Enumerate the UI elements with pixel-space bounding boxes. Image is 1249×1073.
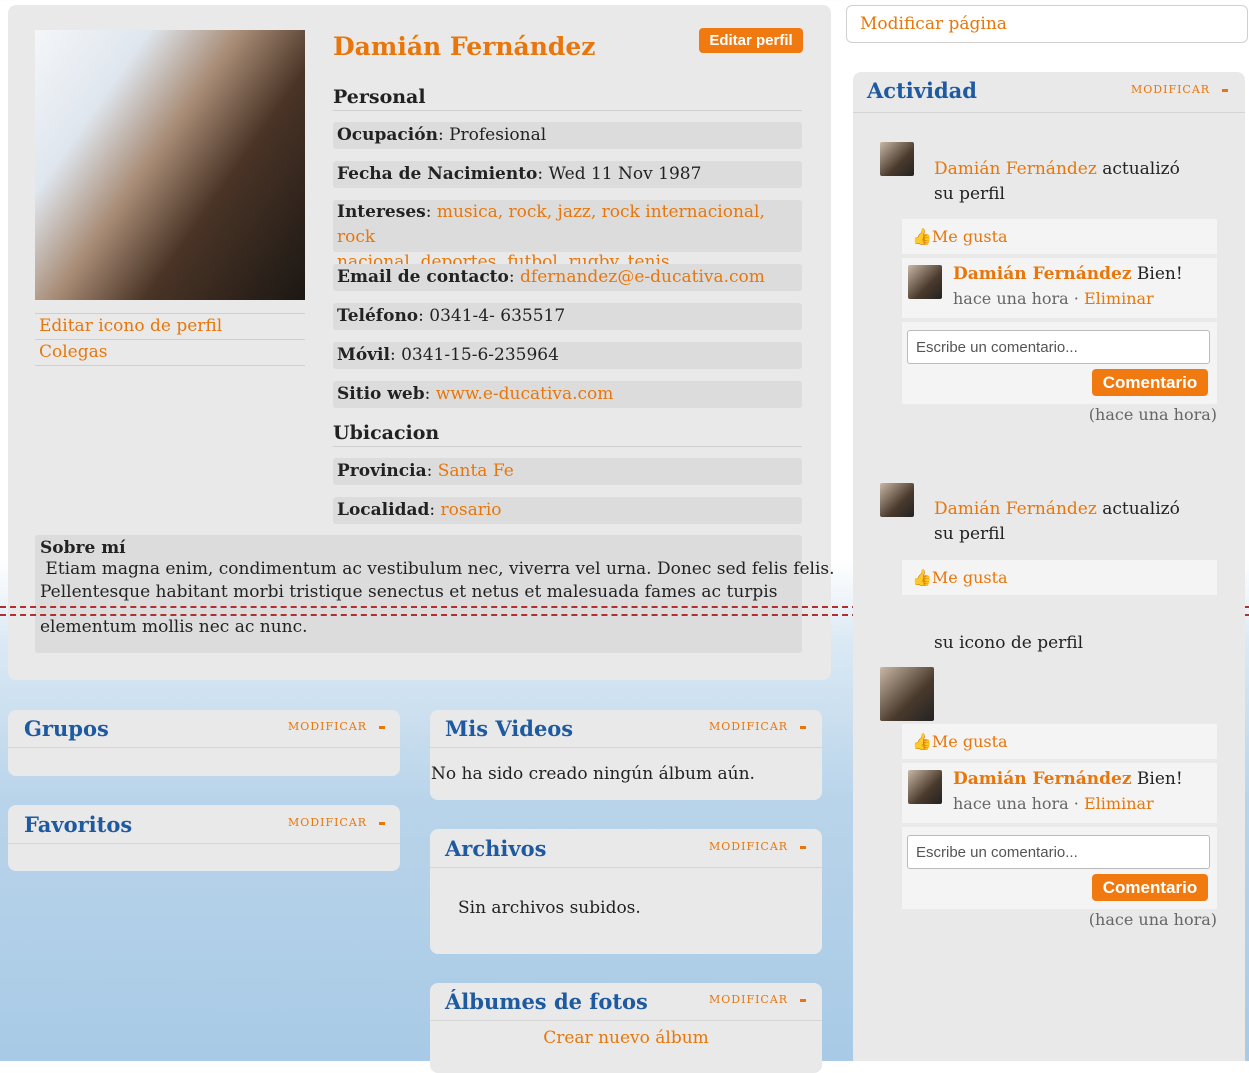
personal-header: Personal	[333, 86, 802, 111]
activity-title: Actividad	[867, 78, 977, 103]
avatar	[880, 483, 914, 517]
activity-actor-link[interactable]: Damián Fernández	[934, 499, 1097, 519]
delete-link[interactable]: Eliminar	[1084, 289, 1154, 308]
website-field: Sitio web: www.e-ducativa.com	[333, 381, 802, 408]
thumbs-up-icon: 👍	[912, 568, 932, 587]
divider	[35, 339, 305, 340]
birth-field: Fecha de Nacimiento: Wed 11 Nov 1987	[333, 161, 802, 188]
about-line-2: Pellentesque habitant morbi tristique se…	[40, 582, 778, 602]
comment-button[interactable]: Comentario	[1092, 874, 1208, 901]
city-field: Localidad: rosario	[333, 497, 802, 524]
activity-text: su icono de perfil	[934, 633, 1084, 653]
divider	[430, 1020, 822, 1021]
avatar	[880, 142, 914, 176]
videos-title: Mis Videos	[445, 716, 574, 741]
comment-button[interactable]: Comentario	[1092, 369, 1208, 396]
thumbs-up-icon: 👍	[912, 227, 932, 246]
albums-modify-button[interactable]: MODIFICAR	[709, 993, 807, 1006]
province-field: Provincia: Santa Fe	[333, 458, 802, 485]
activity-text: Damián Fernández actualizó su perfil	[934, 499, 1180, 544]
phone-field: Teléfono: 0341-4- 635517	[333, 303, 802, 330]
favorites-title: Favoritos	[24, 812, 133, 837]
like-button[interactable]: 👍Me gusta	[912, 568, 1008, 587]
avatar	[880, 667, 934, 721]
profile-photo	[35, 30, 305, 300]
delete-link[interactable]: Eliminar	[1084, 794, 1154, 813]
comment-line: Damián Fernández Bien!	[953, 769, 1183, 789]
videos-empty-text: No ha sido creado ningún álbum aún.	[431, 764, 755, 784]
activity-timestamp: (hace una hora)	[1088, 405, 1217, 424]
side-link-colleagues[interactable]: Colegas	[39, 342, 107, 362]
website-link[interactable]: www.e-ducativa.com	[436, 384, 614, 404]
like-button[interactable]: 👍Me gusta	[912, 732, 1008, 751]
activity-actor-link[interactable]: Damián Fernández	[934, 159, 1097, 179]
email-field: Email de contacto: dfernandez@e-ducativa…	[333, 264, 802, 291]
comment-meta: hace una hora · Eliminar	[953, 794, 1154, 813]
occupation-field: Ocupación: Profesional	[333, 122, 802, 149]
thumbs-up-icon: 👍	[912, 732, 932, 751]
side-link-edit-icon[interactable]: Editar icono de perfil	[39, 316, 222, 336]
about-line-3: elementum mollis nec ac nunc.	[40, 617, 308, 637]
interests-field: Intereses: musica, rock, jazz, rock inte…	[333, 200, 802, 272]
divider	[35, 313, 305, 314]
mobile-field: Móvil: 0341-15-6-235964	[333, 342, 802, 369]
comment-line: Damián Fernández Bien!	[953, 264, 1183, 284]
groups-modify-button[interactable]: MODIFICAR	[288, 720, 386, 733]
activity-text: Damián Fernández actualizó su perfil	[934, 159, 1180, 204]
comment-input[interactable]: Escribe un comentario...	[907, 330, 1210, 364]
profile-name: Damián Fernández	[333, 32, 596, 61]
modify-page-label: Modificar página	[860, 14, 1007, 34]
comment-input[interactable]: Escribe un comentario...	[907, 835, 1210, 869]
edit-profile-button[interactable]: Editar perfil	[699, 28, 803, 53]
videos-modify-button[interactable]: MODIFICAR	[709, 720, 807, 733]
albums-title: Álbumes de fotos	[445, 989, 648, 1014]
divider	[430, 747, 822, 748]
activity-modify-button[interactable]: MODIFICAR	[1131, 83, 1229, 96]
divider	[35, 365, 305, 366]
divider	[8, 843, 400, 844]
comment-meta: hace una hora · Eliminar	[953, 289, 1154, 308]
divider	[8, 747, 400, 748]
files-title: Archivos	[445, 836, 547, 861]
favorites-modify-button[interactable]: MODIFICAR	[288, 816, 386, 829]
files-modify-button[interactable]: MODIFICAR	[709, 840, 807, 853]
divider	[853, 112, 1245, 113]
albums-create-link[interactable]: Crear nuevo álbum	[430, 1028, 822, 1048]
email-link[interactable]: dfernandez@e-ducativa.com	[520, 267, 765, 287]
modify-page-button[interactable]: Modificar página	[846, 5, 1248, 43]
groups-title: Grupos	[24, 716, 109, 741]
like-button[interactable]: 👍Me gusta	[912, 227, 1008, 246]
avatar	[908, 770, 942, 804]
activity-timestamp: (hace una hora)	[1088, 910, 1217, 929]
about-header: Sobre mí	[40, 538, 126, 558]
about-line-1: Etiam magna enim, condimentum ac vestibu…	[40, 559, 835, 579]
location-header: Ubicacion	[333, 422, 802, 447]
divider	[430, 867, 822, 868]
files-empty-text: Sin archivos subidos.	[458, 898, 641, 918]
avatar	[908, 265, 942, 299]
